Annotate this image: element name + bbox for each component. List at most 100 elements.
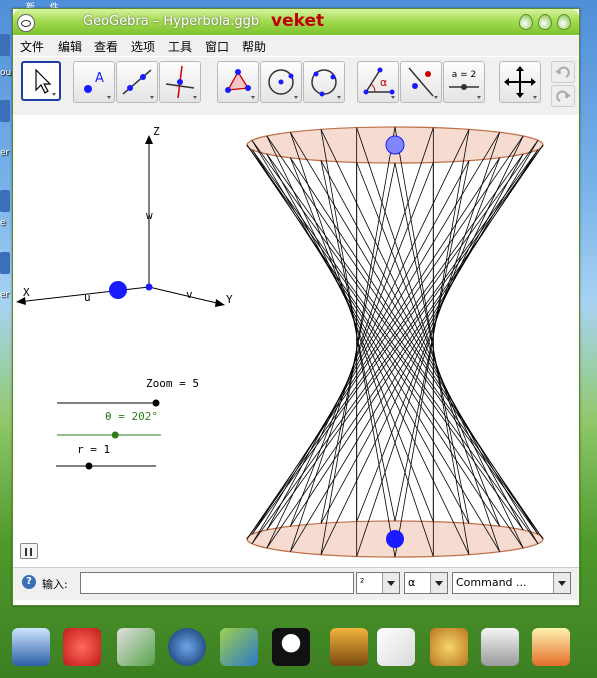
control-point-large[interactable] [109, 281, 127, 299]
reflect-tool-button[interactable] [400, 61, 442, 103]
menu-tools[interactable]: 工具 [168, 38, 192, 55]
ruling-line [394, 129, 470, 558]
graphics-canvas[interactable]: Z w X u v Y Zoom = 5 θ = 202° r = 1 [13, 115, 579, 567]
perpendicular-line-icon [165, 65, 197, 99]
theta-slider[interactable]: θ = 202° [57, 410, 161, 439]
ruling-line [290, 140, 539, 552]
notepad-icon[interactable] [117, 628, 155, 666]
z-axis-arrow-icon [145, 135, 153, 144]
geogebra-app-icon[interactable] [17, 14, 35, 32]
zoom-slider[interactable]: Zoom = 5 [57, 377, 199, 407]
animation-pause-button[interactable] [20, 543, 38, 559]
move-graphics-view-icon [504, 66, 537, 99]
exit-door-icon[interactable] [330, 628, 368, 666]
ruling-line [246, 144, 524, 549]
polygon-tool-button[interactable] [217, 61, 259, 103]
desktop-shortcut-icon[interactable] [0, 252, 10, 274]
command-value: Command ... [456, 576, 527, 589]
desktop-label: er [0, 290, 10, 300]
slider-tool-label: a = 2 [452, 70, 477, 80]
perpendicular-tool-button[interactable] [159, 61, 201, 103]
computer-monitor-icon[interactable] [12, 628, 50, 666]
undo-icon [555, 66, 570, 78]
graphics-view[interactable]: Z w X u v Y Zoom = 5 θ = 202° r = 1 [13, 115, 579, 567]
menu-view[interactable]: 查看 [94, 38, 118, 55]
polygon-icon [225, 69, 255, 99]
bottom-control-point[interactable] [386, 530, 404, 548]
theta-slider-label: θ = 202° [105, 410, 158, 423]
minimize-icon[interactable] [519, 14, 533, 30]
zoom-slider-knob[interactable] [152, 399, 160, 407]
ruling-line [320, 129, 524, 549]
point-A-icon: A [84, 71, 111, 99]
arrow-cursor-icon [35, 68, 56, 96]
top-control-point[interactable] [385, 135, 405, 155]
move-tool-button[interactable] [21, 61, 61, 101]
superscript-value: ² [360, 576, 365, 589]
r-slider-label: r = 1 [77, 443, 110, 456]
circle-tool-button[interactable] [260, 61, 302, 103]
superscript-combo[interactable]: ² [356, 572, 400, 594]
chevron-down-icon[interactable] [382, 573, 399, 593]
angle-symbol: α [380, 76, 387, 89]
u-axis-label: u [84, 291, 91, 304]
greek-value: α [408, 576, 416, 589]
angle-tool-button[interactable]: α [357, 61, 399, 103]
origin-point[interactable] [145, 283, 153, 291]
menu-window[interactable]: 窗口 [205, 38, 229, 55]
chevron-down-icon[interactable] [430, 573, 447, 593]
desktop-shortcut-icon[interactable] [0, 100, 10, 122]
calendar-icon[interactable] [532, 628, 570, 666]
help-icon[interactable]: ? [22, 575, 36, 589]
input-field[interactable] [80, 572, 354, 594]
y-axis-label: Y [226, 293, 233, 306]
y-axis-arrow-icon [215, 299, 225, 307]
r-slider-knob[interactable] [85, 462, 93, 470]
menu-edit[interactable]: 编辑 [58, 38, 82, 55]
z-axis-label: Z [153, 125, 160, 138]
title-bar[interactable]: GeoGebra – Hyperbola.ggb veket [13, 9, 579, 35]
desktop-label: ou [0, 68, 12, 78]
y-axis [148, 286, 222, 305]
desktop-shortcut-icon[interactable] [0, 34, 10, 56]
ruling-line [394, 126, 470, 555]
presentation-icon[interactable] [377, 628, 415, 666]
media-player-icon[interactable] [168, 628, 206, 666]
toolbar: A α a = 2 [13, 57, 579, 116]
menu-file[interactable]: 文件 [20, 38, 44, 55]
penguin-icon[interactable] [272, 628, 310, 666]
maximize-icon[interactable] [538, 14, 552, 30]
command-combo[interactable]: Command ... [452, 572, 571, 594]
geogebra-window: GeoGebra – Hyperbola.ggb veket 文件 编辑 查看 … [12, 8, 580, 606]
menu-help[interactable]: 帮助 [242, 38, 266, 55]
axes-group: Z w X u v Y [16, 125, 233, 307]
greek-letter-combo[interactable]: α [404, 572, 448, 594]
red-mascot-icon[interactable] [63, 628, 101, 666]
chevron-down-icon[interactable] [553, 573, 570, 593]
move-view-tool-button[interactable] [499, 61, 541, 103]
network-icon[interactable] [220, 628, 258, 666]
ruling-lines [246, 126, 544, 558]
angle-icon: α [363, 67, 395, 99]
menu-options[interactable]: 选项 [131, 38, 155, 55]
desktop-shortcut-icon[interactable] [0, 190, 10, 212]
r-slider[interactable]: r = 1 [56, 443, 156, 470]
ruling-line [289, 127, 434, 552]
line-tool-button[interactable] [116, 61, 158, 103]
slider-tool-button[interactable]: a = 2 [443, 61, 485, 103]
circle-three-points-tool-button[interactable] [303, 61, 345, 103]
taskbar [0, 624, 597, 678]
usb-drive-icon[interactable] [481, 628, 519, 666]
undo-button[interactable] [551, 61, 575, 83]
theta-slider-knob[interactable] [111, 431, 119, 439]
ruling-line [266, 135, 470, 555]
close-icon[interactable] [557, 14, 571, 30]
ruling-line [266, 135, 544, 540]
paint-palette-icon[interactable] [430, 628, 468, 666]
point-tool-button[interactable]: A [73, 61, 115, 103]
ruling-line [251, 140, 500, 552]
input-bar: ? 输入: ² α Command ... [13, 567, 579, 600]
w-axis-label: w [146, 209, 153, 222]
ruling-line [266, 129, 470, 549]
redo-button[interactable] [551, 85, 575, 107]
